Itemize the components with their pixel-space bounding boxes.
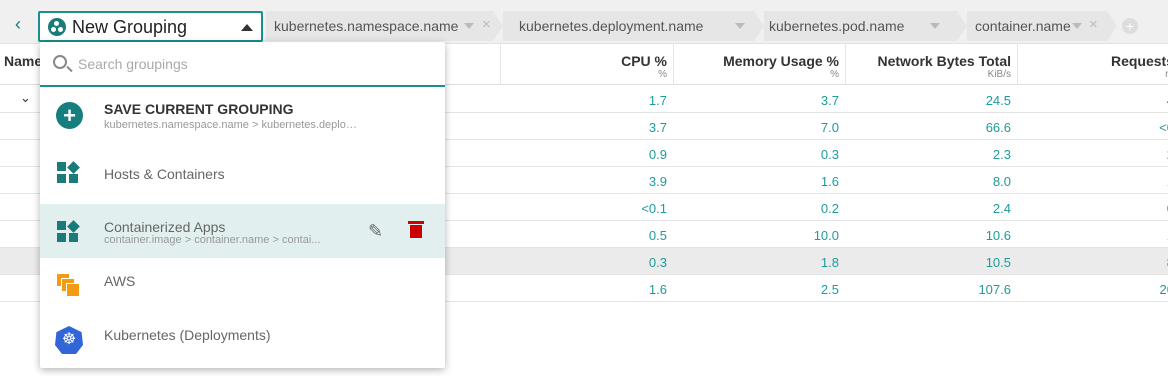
cell-cpu: 3.9	[648, 174, 667, 189]
cell-net: 8.0	[992, 174, 1011, 189]
save-current-grouping-item[interactable]: + SAVE CURRENT GROUPING kubernetes.names…	[40, 89, 445, 143]
grouping-item-label: Kubernetes (Deployments)	[104, 327, 271, 343]
containerized-apps-icon	[57, 220, 80, 243]
grouping-item-kubernetes-deployments[interactable]: ☸ Kubernetes (Deployments)	[40, 312, 445, 366]
grouping-item-subtitle: container.image > container.name > conta…	[104, 234, 321, 246]
grouping-item-hosts-containers[interactable]: Hosts & Containers	[40, 145, 445, 199]
kubernetes-icon: ☸	[55, 326, 83, 354]
cell-mem: 7.0	[820, 120, 839, 135]
chevron-down-icon[interactable]	[735, 23, 745, 29]
aws-icon	[56, 273, 82, 299]
cell-net: 66.6	[985, 120, 1011, 135]
cell-req: 20	[1159, 282, 1168, 297]
cell-req: <0	[1159, 120, 1168, 135]
hosts-containers-icon	[57, 161, 80, 184]
search-icon	[53, 55, 67, 69]
search-input[interactable]	[78, 52, 428, 76]
cell-cpu: 0.9	[648, 147, 667, 162]
grouping-item-label: Hosts & Containers	[104, 166, 225, 182]
grouping-item-label: AWS	[104, 273, 136, 289]
cell-cpu: 1.6	[648, 282, 667, 297]
grouping-item-label: Containerized Apps	[104, 219, 226, 235]
column-header-network[interactable]: Network Bytes Total KiB/s	[845, 44, 1017, 85]
chip-label: kubernetes.namespace.name	[274, 18, 459, 34]
chevron-down-icon[interactable]: ⌄	[20, 90, 31, 106]
cell-mem: 0.2	[820, 201, 839, 216]
cell-net: 2.4	[992, 201, 1011, 216]
grouping-selected-label: New Grouping	[72, 17, 188, 37]
chevron-down-icon[interactable]	[1072, 23, 1082, 29]
cell-mem: 3.7	[820, 93, 839, 108]
cell-cpu: 0.5	[648, 228, 667, 243]
chip-label: kubernetes.deployment.name	[519, 18, 704, 34]
cell-mem: 0.3	[820, 147, 839, 162]
cell-net: 24.5	[985, 93, 1011, 108]
grouping-chip-container[interactable]: container.name ×	[967, 11, 1117, 41]
cell-cpu: 0.3	[648, 255, 667, 270]
chip-label: container.name	[975, 18, 1071, 34]
cell-cpu: 1.7	[648, 93, 667, 108]
grouping-icon	[48, 18, 66, 36]
close-icon[interactable]: ×	[1089, 16, 1098, 33]
column-header-requests[interactable]: Requests re	[1017, 44, 1168, 85]
cell-mem: 2.5	[820, 282, 839, 297]
save-grouping-subtitle: kubernetes.namespace.name > kubernetes.d…	[104, 119, 359, 131]
cell-net: 10.6	[985, 228, 1011, 243]
add-circle-icon: +	[56, 102, 83, 129]
grouping-item-aws[interactable]: AWS	[40, 258, 445, 312]
cell-mem: 1.6	[820, 174, 839, 189]
close-icon[interactable]: ×	[482, 16, 491, 33]
cell-net: 107.6	[978, 282, 1011, 297]
save-grouping-title: SAVE CURRENT GROUPING	[104, 101, 294, 117]
grouping-chip-pod[interactable]: kubernetes.pod.name	[764, 11, 967, 41]
column-header-memory[interactable]: Memory Usage % %	[673, 44, 845, 85]
chip-label: kubernetes.pod.name	[769, 18, 905, 34]
caret-up-icon	[241, 24, 253, 31]
search-box	[40, 42, 445, 87]
cell-mem: 1.8	[820, 255, 839, 270]
grouping-item-containerized-apps[interactable]: Containerized Apps container.image > con…	[40, 204, 445, 258]
cell-mem: 10.0	[813, 228, 839, 243]
chevron-down-icon[interactable]	[464, 23, 474, 29]
cell-net: 10.5	[985, 255, 1011, 270]
cell-cpu: 3.7	[648, 120, 667, 135]
grouping-dropdown: + SAVE CURRENT GROUPING kubernetes.names…	[40, 42, 445, 368]
grouping-chip-deployment[interactable]: kubernetes.deployment.name	[503, 11, 764, 41]
cell-cpu: <0.1	[641, 201, 667, 216]
grouping-bar: ‹ New Grouping kubernetes.namespace.name…	[0, 0, 1168, 44]
pencil-icon[interactable]: ✎	[368, 221, 383, 242]
chevron-down-icon[interactable]	[930, 23, 940, 29]
chevron-left-icon[interactable]: ‹	[8, 14, 28, 34]
cell-net: 2.3	[992, 147, 1011, 162]
add-grouping-icon[interactable]: +	[1122, 18, 1138, 34]
grouping-chip-namespace[interactable]: kubernetes.namespace.name ×	[266, 11, 503, 41]
column-header-cpu[interactable]: CPU % %	[500, 44, 673, 85]
trash-icon[interactable]	[408, 221, 424, 239]
grouping-selector[interactable]: New Grouping	[38, 11, 263, 42]
column-header-name[interactable]: Name	[0, 44, 42, 85]
